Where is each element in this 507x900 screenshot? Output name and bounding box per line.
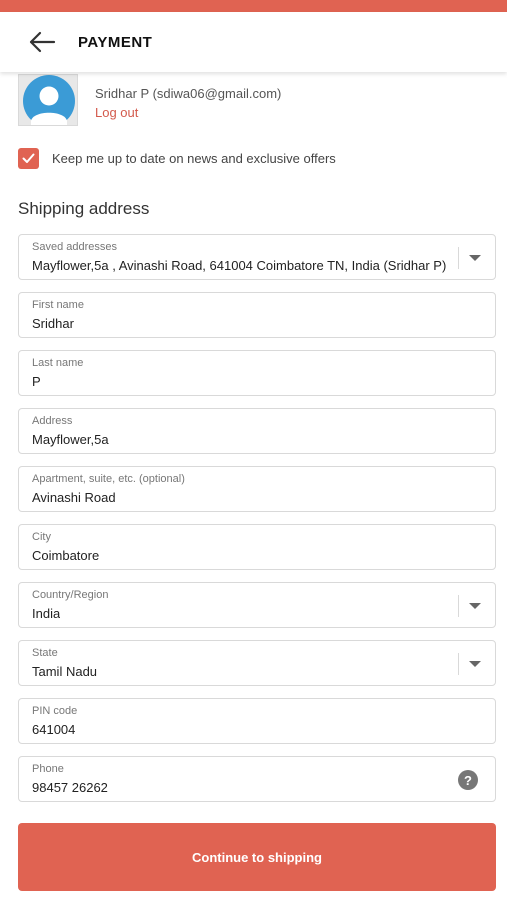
field-label: PIN code — [32, 705, 78, 717]
newsletter-checkbox[interactable] — [18, 148, 39, 169]
field-label: Phone — [32, 763, 64, 775]
country-region-select[interactable]: Country/Region India — [18, 582, 496, 628]
field-value: P — [32, 374, 41, 389]
first-name-field[interactable]: First name Sridhar — [18, 292, 496, 338]
field-value: Avinashi Road — [32, 490, 116, 505]
select-divider — [458, 653, 459, 675]
shipping-address-heading: Shipping address — [18, 199, 150, 218]
top-accent-bar — [0, 0, 507, 12]
back-button[interactable] — [20, 20, 64, 64]
newsletter-option: Keep me up to date on news and exclusive… — [18, 148, 336, 169]
field-value: Mayflower,5a — [32, 432, 109, 447]
user-avatar-icon — [23, 75, 75, 125]
page-title: PAYMENT — [78, 33, 153, 51]
account-summary: Sridhar P (sdiwa06@gmail.com) Log out — [18, 74, 488, 128]
field-value: 98457 26262 — [32, 780, 108, 795]
field-label: Apartment, suite, etc. (optional) — [32, 473, 185, 485]
address-field[interactable]: Address Mayflower,5a — [18, 408, 496, 454]
chevron-down-icon[interactable] — [469, 661, 481, 667]
field-label: First name — [32, 299, 84, 311]
avatar — [18, 74, 78, 126]
saved-addresses-select[interactable]: Saved addresses Mayflower,5a , Avinashi … — [18, 234, 496, 280]
field-value: India — [32, 606, 61, 621]
city-field[interactable]: City Coimbatore — [18, 524, 496, 570]
account-name: Sridhar P (sdiwa06@gmail.com) — [95, 86, 282, 101]
app-header: PAYMENT — [0, 12, 507, 72]
chevron-down-icon[interactable] — [469, 255, 481, 261]
question-circle-icon[interactable]: ? — [458, 770, 478, 790]
field-value: Tamil Nadu — [32, 664, 98, 679]
field-label: State — [32, 647, 58, 659]
field-label: Saved addresses — [32, 241, 117, 253]
state-select[interactable]: State Tamil Nadu — [18, 640, 496, 686]
continue-to-shipping-button[interactable]: Continue to shipping — [18, 823, 496, 891]
chevron-down-icon[interactable] — [469, 603, 481, 609]
field-label: Country/Region — [32, 589, 109, 601]
field-value: Mayflower,5a , Avinashi Road, 641004 Coi… — [32, 258, 447, 273]
last-name-field[interactable]: Last name P — [18, 350, 496, 396]
checkmark-icon — [22, 153, 35, 163]
field-label: Last name — [32, 357, 84, 369]
logout-link[interactable]: Log out — [95, 105, 138, 120]
pin-code-field[interactable]: PIN code 641004 — [18, 698, 496, 744]
phone-field[interactable]: Phone 98457 26262 ? — [18, 756, 496, 802]
newsletter-label: Keep me up to date on news and exclusive… — [52, 151, 336, 166]
field-label: Address — [32, 415, 73, 427]
apartment-field[interactable]: Apartment, suite, etc. (optional) Avinas… — [18, 466, 496, 512]
field-label: City — [32, 531, 51, 543]
field-value: Sridhar — [32, 316, 74, 331]
field-value: 641004 — [32, 722, 76, 737]
select-divider — [458, 247, 459, 269]
field-value: Coimbatore — [32, 548, 100, 563]
arrow-left-icon — [29, 31, 56, 53]
select-divider — [458, 595, 459, 617]
